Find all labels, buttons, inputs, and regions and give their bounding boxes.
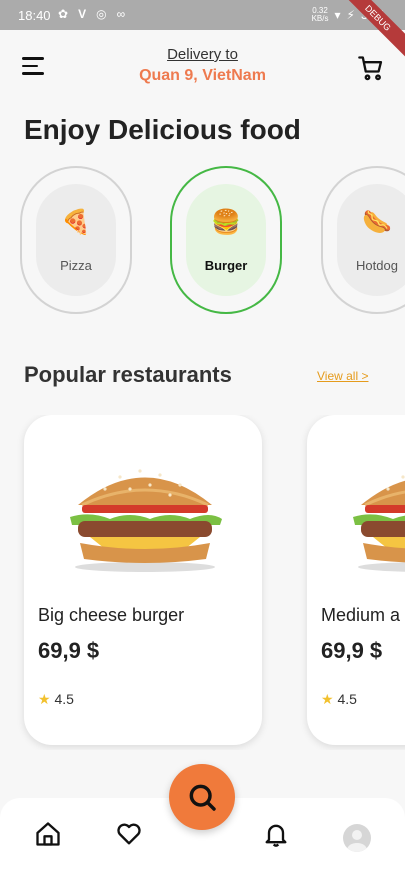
category-inner: 🍔 Burger [186,184,266,296]
avatar[interactable] [343,824,371,852]
category-inner: 🍕 Pizza [36,184,116,296]
pizza-icon: 🍕 [61,209,91,236]
glasses-icon: ∞ [116,7,126,21]
v-icon: V [78,7,87,21]
delivery-info[interactable]: Delivery to Quan 9, VietNam [0,46,405,85]
burger-image [70,469,222,572]
charging-icon: ⚡ [346,8,355,22]
category-label: Burger [204,258,248,273]
restaurant-card[interactable]: Big cheese burger 69,9 $ ★ 4.5 [24,415,262,745]
restaurant-name: Big cheese burger [38,605,185,625]
restaurant-rating: ★ 4.5 [38,691,74,708]
category-inner: 🌭 Hotdog [337,184,405,296]
restaurant-list: Big cheese burger 69,9 $ ★ 4.5 Medium a … [0,415,405,750]
rating-value: 4.5 [337,691,357,707]
header: Delivery to Quan 9, VietNam [0,30,405,100]
wifi-icon: ▾ [334,8,341,22]
rating-value: 4.5 [54,691,74,707]
star-icon: ★ [321,691,334,707]
status-left-icons: ✿ V ◎ ∞ [58,7,125,21]
section-title: Popular restaurants [24,362,232,387]
cart-icon[interactable] [357,54,385,82]
home-icon[interactable] [34,820,62,848]
category-list: 🍕 Pizza 🍔 Burger 🌭 Hotdog [20,166,405,316]
category-pizza[interactable]: 🍕 Pizza [20,166,132,314]
category-burger[interactable]: 🍔 Burger [170,166,282,314]
delivery-label: Delivery to [167,46,238,63]
restaurant-price: 69,9 $ [321,638,383,663]
page-title: Enjoy Delicious food [24,114,301,145]
restaurant-card[interactable]: Medium a 69,9 $ ★ 4.5 [307,415,405,745]
category-label: Hotdog [356,258,398,273]
status-bar: 18:40 ✿ V ◎ ∞ 0.32 KB/s ▾ ⚡ 39% DEBUG [0,0,405,63]
search-icon [189,784,216,811]
status-time: 18:40 [18,8,51,23]
hotdog-icon: 🌭 [362,209,392,236]
burger-image [353,475,405,572]
view-all-link[interactable]: View all > [317,369,368,383]
heart-icon[interactable] [115,820,143,848]
delivery-location: Quan 9, VietNam [139,67,266,84]
restaurant-price: 69,9 $ [38,638,100,663]
network-speed: 0.32 KB/s [311,6,329,23]
restaurant-name: Medium a [321,605,401,625]
burger-icon: 🍔 [211,209,241,236]
leaf-icon: ✿ [58,7,69,21]
category-label: Pizza [60,258,92,273]
category-hotdog[interactable]: 🌭 Hotdog [321,166,405,314]
bell-icon[interactable] [262,820,290,848]
restaurant-rating: ★ 4.5 [321,691,357,708]
star-icon: ★ [38,691,51,707]
sync-icon: ◎ [96,7,107,21]
app-screen: 18:40 ✿ V ◎ ∞ 0.32 KB/s ▾ ⚡ 39% DEBUG De… [0,0,405,878]
search-button[interactable] [169,764,235,830]
